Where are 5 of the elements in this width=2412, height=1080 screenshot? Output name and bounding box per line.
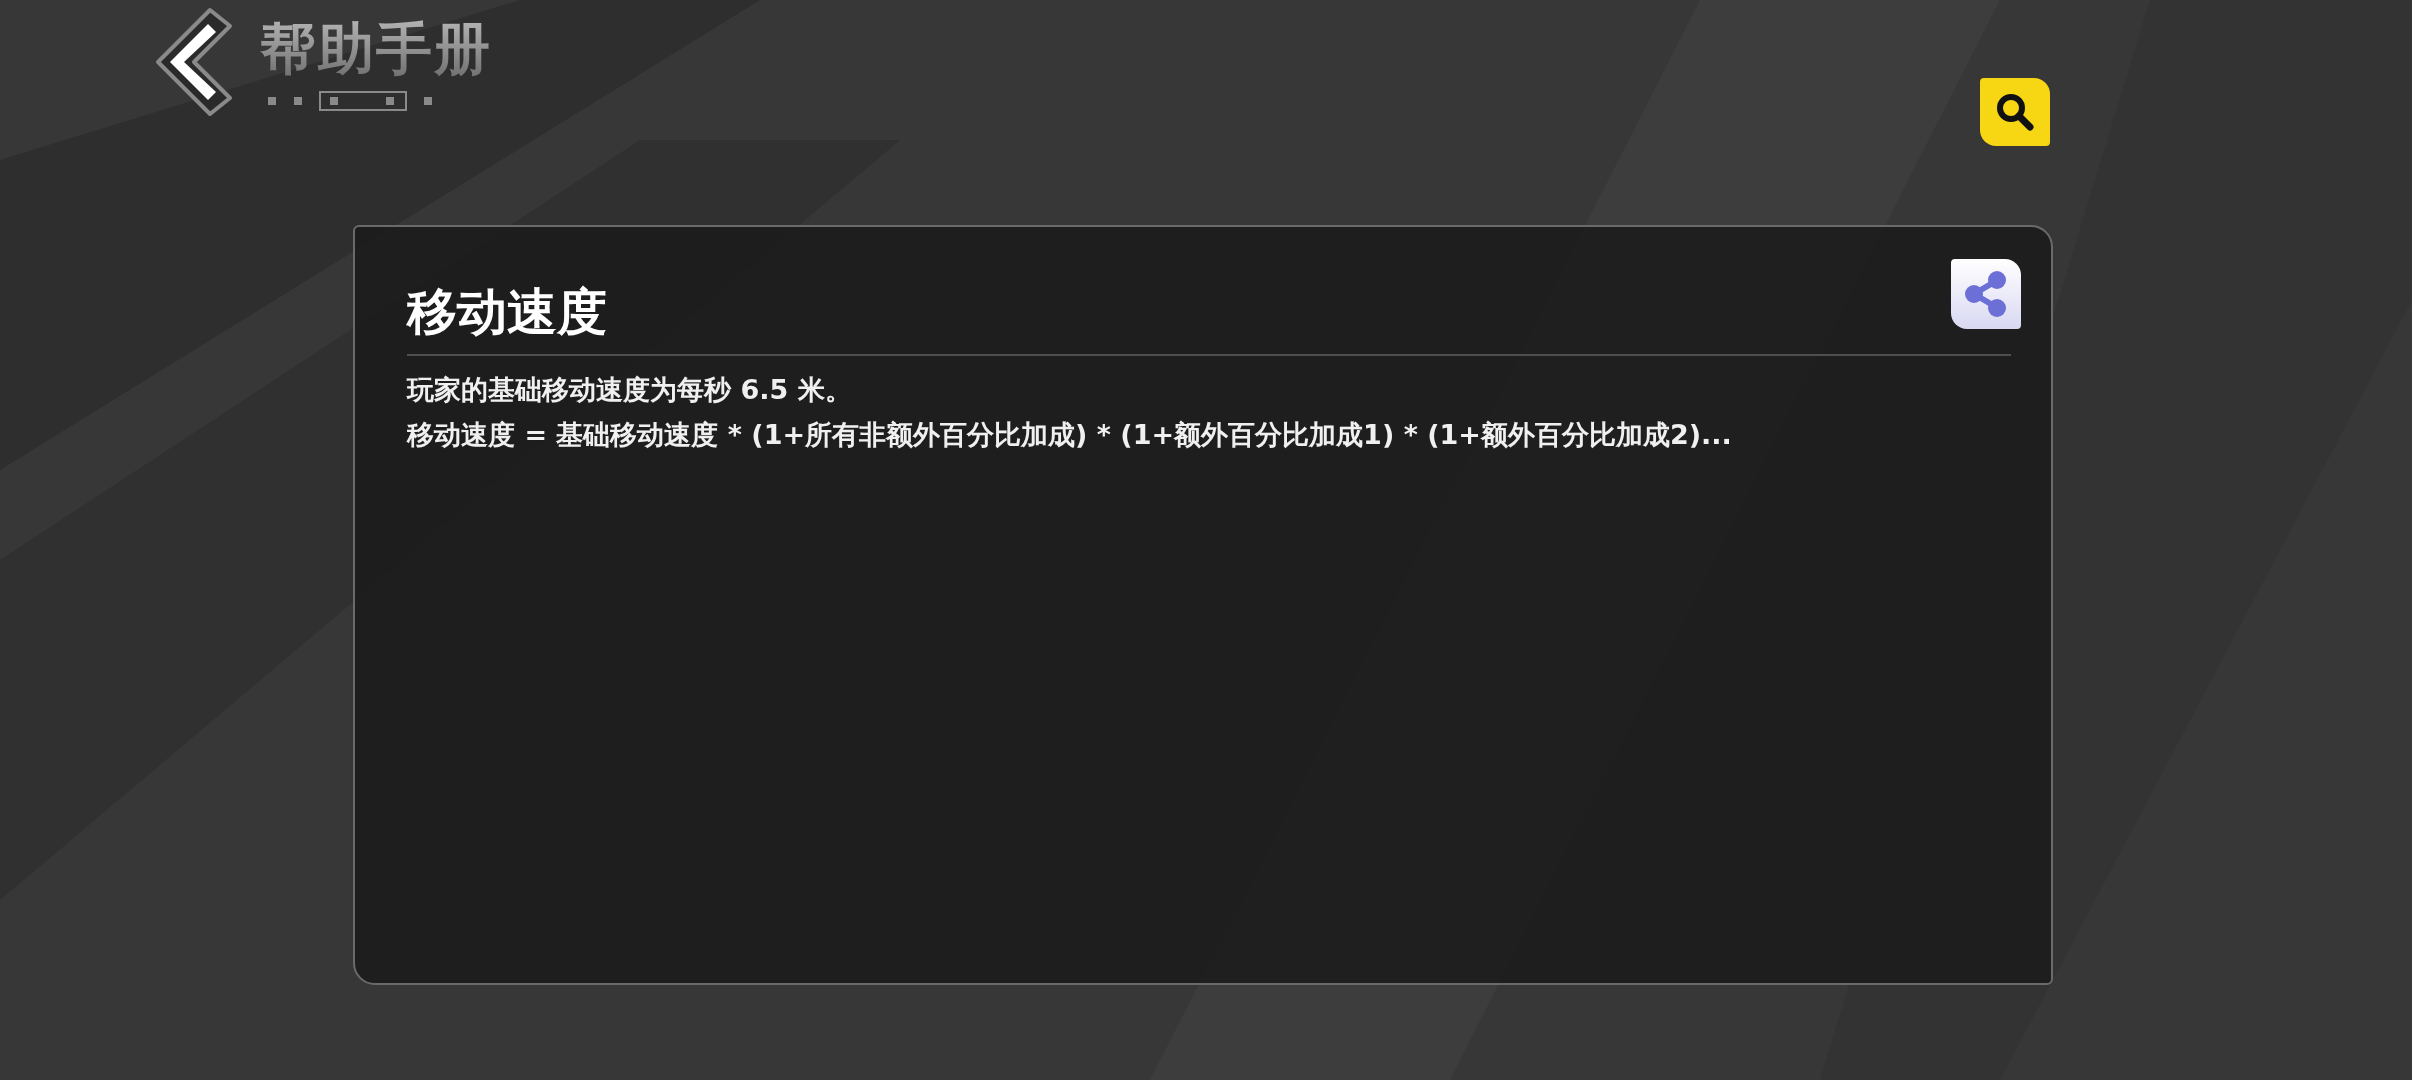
share-button[interactable] (1951, 259, 2021, 329)
search-button[interactable] (1980, 78, 2050, 146)
article-title: 移动速度 (407, 282, 607, 343)
article-text: 移动速度 = 基础移动速度 * (1+所有非额外百分比加成) * (1+额外百分比加成1) * (1+额外百分比加成2)... (407, 417, 1733, 452)
article-text: 玩家的基础移动速度为每秒 6.5 米。 (407, 372, 853, 407)
